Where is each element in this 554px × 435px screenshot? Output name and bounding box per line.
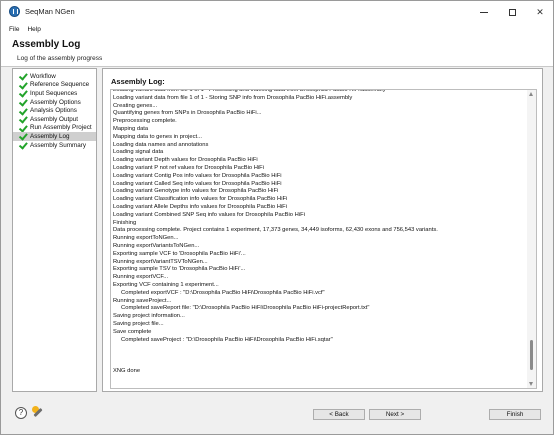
log-line: Running exportVariantTSVToNGen...: [113, 258, 208, 265]
log-line: Loading variant data from file 1 of 1 - …: [113, 94, 353, 101]
log-textarea[interactable]: Loading variant data from file 1 of 1 - …: [110, 89, 537, 389]
menu-file[interactable]: File: [9, 26, 19, 33]
app-logo-icon: [9, 6, 20, 17]
log-lines: Loading variant data from file 1 of 1 - …: [113, 90, 525, 375]
step-label: Run Assembly Project: [30, 124, 92, 132]
checkmark-icon: [19, 141, 28, 149]
minimize-button[interactable]: [471, 1, 497, 23]
log-line: Running exportVariantsToNGen...: [113, 242, 200, 249]
maximize-icon: [508, 8, 516, 16]
log-line: Loading variant Classification info valu…: [113, 196, 288, 203]
window-title: SeqMan NGen: [25, 7, 75, 16]
step-run-assembly-project[interactable]: Run Assembly Project: [13, 124, 96, 133]
step-label: Workflow: [30, 72, 56, 80]
log-line: Completed saveProject : "D:\Drosophila P…: [113, 336, 333, 343]
log-title: Assembly Log:: [111, 77, 165, 86]
log-line: Loading signal data: [113, 149, 164, 156]
step-reference-sequence[interactable]: Reference Sequence: [13, 81, 96, 90]
log-panel: Assembly Log: Loading variant data from …: [102, 68, 543, 392]
step-assembly-output[interactable]: Assembly Output: [13, 115, 96, 124]
step-label: Assembly Log: [30, 132, 70, 140]
step-label: Input Sequences: [30, 89, 78, 97]
step-assembly-log[interactable]: Assembly Log: [13, 132, 96, 141]
log-line: Exporting sample TSV to 'Drosophila PacB…: [113, 266, 246, 273]
log-line: Loading variant Combined SNP Seq info va…: [113, 211, 305, 218]
maximize-button[interactable]: [499, 1, 525, 23]
step-label: Assembly Options: [30, 98, 81, 106]
log-line: Saving project information...: [113, 313, 185, 320]
log-line: Data processing complete. Project contai…: [113, 227, 438, 234]
log-line: Running exportVCF...: [113, 274, 169, 281]
wizard-steps-list: Workflow Reference Sequence Input Sequen…: [12, 68, 97, 392]
log-line: Running saveProject...: [113, 297, 172, 304]
log-line: Completed exportVCF : "D:\Drosophila Pac…: [113, 289, 325, 296]
app-window: SeqMan NGen ✕ File Help Assembly Log Log…: [0, 0, 554, 435]
minimize-icon: [480, 11, 488, 13]
tools-icon[interactable]: [32, 406, 46, 420]
log-line: Save complete: [113, 328, 152, 335]
wizard-header: Assembly Log Log of the assembly progres…: [1, 35, 553, 67]
wizard-footer: ? < Back Next > Finish: [1, 396, 553, 434]
help-icon[interactable]: ?: [15, 407, 27, 419]
log-line: Mapping data to genes in project...: [113, 133, 202, 140]
log-line: Loading variant Contig Pos info values f…: [113, 172, 282, 179]
log-line: Loading variant Genotype info values for…: [113, 188, 279, 195]
log-line: Loading variant Called Seq info values f…: [113, 180, 282, 187]
log-line: Exporting VCF containing 1 experiment...: [113, 281, 219, 288]
title-bar: SeqMan NGen ✕: [1, 1, 553, 23]
log-scrollbar[interactable]: [527, 90, 536, 388]
back-button[interactable]: < Back: [313, 409, 365, 420]
menu-help[interactable]: Help: [27, 26, 40, 33]
step-label: Assembly Output: [30, 115, 78, 123]
step-analysis-options[interactable]: Analysis Options: [13, 106, 96, 115]
log-line: Completed saveReport file: "D:\Drosophil…: [113, 305, 370, 312]
scroll-up-arrow-icon[interactable]: [529, 92, 533, 96]
close-button[interactable]: ✕: [527, 1, 553, 23]
page-subtitle: Log of the assembly progress: [17, 55, 103, 62]
menu-bar: File Help: [1, 23, 553, 35]
log-line: Preprocessing complete.: [113, 118, 177, 125]
finish-button[interactable]: Finish: [489, 409, 541, 420]
log-line: Loading variant Depth values for Drosoph…: [113, 157, 258, 164]
step-workflow[interactable]: Workflow: [13, 72, 96, 81]
step-label: Assembly Summary: [30, 141, 86, 149]
page-title: Assembly Log: [12, 39, 81, 50]
scroll-thumb[interactable]: [530, 340, 533, 370]
log-line: Running exportToNGen...: [113, 235, 179, 242]
step-assembly-summary[interactable]: Assembly Summary: [13, 141, 96, 150]
log-line: Creating genes...: [113, 102, 158, 109]
close-icon: ✕: [536, 6, 544, 17]
log-line: XNG done: [113, 367, 141, 374]
step-input-sequences[interactable]: Input Sequences: [13, 89, 96, 98]
log-line: Exporting sample VCF to 'Drosophila PacB…: [113, 250, 246, 257]
log-line: Loading data names and annotations: [113, 141, 209, 148]
log-line: Finishing: [113, 219, 137, 226]
next-button[interactable]: Next >: [369, 409, 421, 420]
log-line: Loading variant Allele Depths info value…: [113, 203, 287, 210]
log-line: Saving project file...: [113, 320, 164, 327]
step-assembly-options[interactable]: Assembly Options: [13, 98, 96, 107]
log-line: Loading variant P not ref values for Dro…: [113, 164, 265, 171]
step-label: Analysis Options: [30, 107, 77, 115]
log-line: Quantifying genes from SNPs in Drosophil…: [113, 110, 262, 117]
log-line: Mapping data: [113, 125, 149, 132]
scroll-down-arrow-icon[interactable]: [529, 382, 533, 386]
step-label: Reference Sequence: [30, 81, 90, 89]
